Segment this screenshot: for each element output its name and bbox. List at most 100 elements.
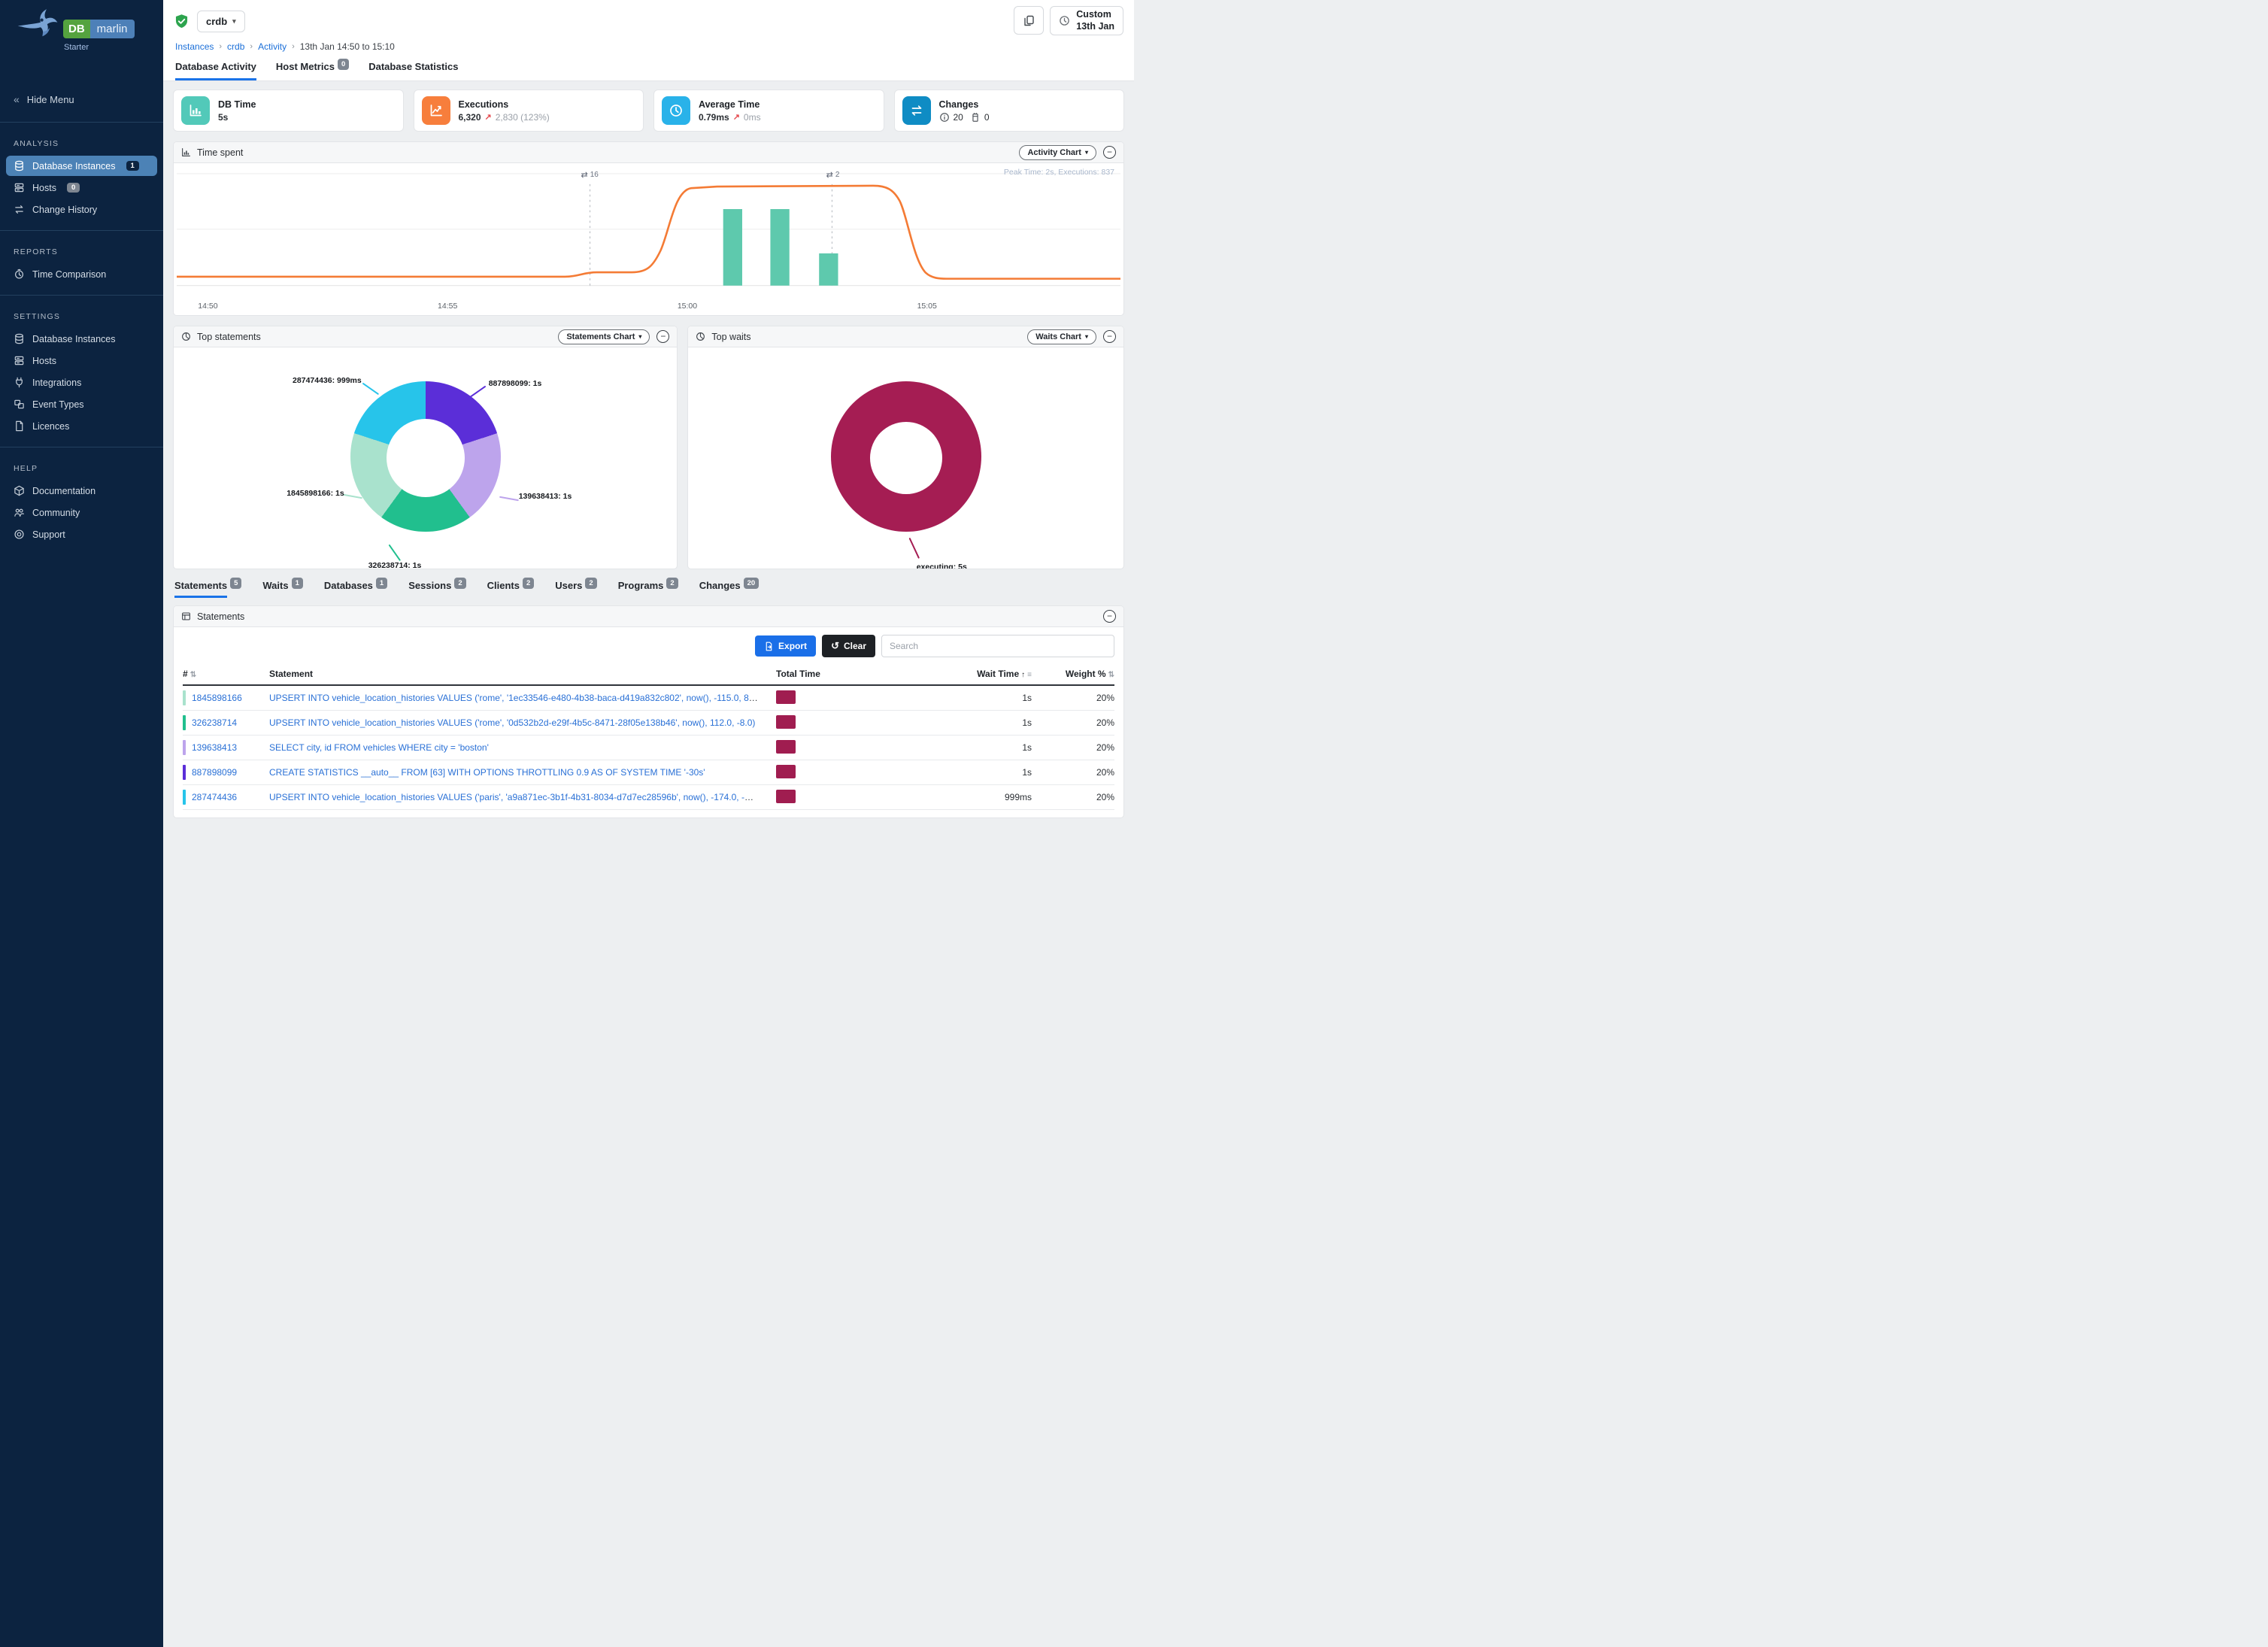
table-row[interactable]: 887898099 CREATE STATISTICS __auto__ FRO… xyxy=(183,760,1114,785)
copy-button[interactable] xyxy=(1014,6,1044,35)
collapse-panel-button[interactable]: − xyxy=(1103,610,1116,623)
statement-link[interactable]: UPSERT INTO vehicle_location_histories V… xyxy=(269,717,755,728)
sidebar: DB marlin Starter « Hide Menu ANALYSIS D… xyxy=(0,0,163,1647)
table-row[interactable]: 1845898166 UPSERT INTO vehicle_location_… xyxy=(183,686,1114,711)
table-row[interactable]: 326238714 UPSERT INTO vehicle_location_h… xyxy=(183,711,1114,736)
section-title-settings: SETTINGS xyxy=(0,296,163,327)
x-axis: 14:50 14:55 15:00 15:05 xyxy=(177,300,1120,315)
change-arrows-icon xyxy=(902,96,931,125)
statement-id-link[interactable]: 1845898166 xyxy=(192,693,242,703)
statement-link[interactable]: CREATE STATISTICS __auto__ FROM [63] WIT… xyxy=(269,767,705,778)
activity-chart[interactable]: Peak Time: 2s, Executions: 837 ⇄16 ⇄2 xyxy=(174,163,1123,300)
wait-time-value: 1s xyxy=(896,693,1032,703)
count-badge: 5 xyxy=(230,578,241,589)
sidebar-item-change-history[interactable]: Change History xyxy=(6,199,157,220)
search-input[interactable] xyxy=(881,635,1114,657)
server-icon xyxy=(14,182,25,193)
sidebar-item-community[interactable]: Community xyxy=(6,502,157,523)
collapse-panel-button[interactable]: − xyxy=(1103,146,1116,159)
breadcrumb-separator: › xyxy=(219,42,222,51)
breadcrumb-crdb[interactable]: crdb xyxy=(227,41,244,52)
waits-chart-select[interactable]: Waits Chart▾ xyxy=(1027,329,1096,344)
executions-bar xyxy=(819,253,838,286)
tab-sessions[interactable]: Sessions2 xyxy=(408,580,465,598)
statements-donut-chart[interactable]: 287474436: 999ms 887898099: 1s 184589816… xyxy=(174,347,677,569)
sidebar-item-hosts-settings[interactable]: Hosts xyxy=(6,350,157,371)
tab-statements[interactable]: Statements5 xyxy=(174,580,241,598)
tab-databases[interactable]: Databases1 xyxy=(324,580,387,598)
table-row[interactable]: 287474436 UPSERT INTO vehicle_location_h… xyxy=(183,785,1114,810)
instance-selector-button[interactable]: crdb ▾ xyxy=(197,11,245,32)
export-button[interactable]: Export xyxy=(755,635,816,657)
hide-menu-button[interactable]: « Hide Menu xyxy=(0,89,163,110)
tab-users[interactable]: Users2 xyxy=(555,580,596,598)
statement-link[interactable]: UPSERT INTO vehicle_location_histories V… xyxy=(269,693,764,703)
logo-marlin-box: marlin xyxy=(90,20,135,38)
x-tick: 14:55 xyxy=(438,302,457,311)
column-total-time[interactable]: Total Time xyxy=(776,669,896,679)
tab-database-activity[interactable]: Database Activity xyxy=(175,59,256,80)
statement-id-link[interactable]: 139638413 xyxy=(192,742,237,753)
line-chart-icon xyxy=(422,96,450,125)
list-icon xyxy=(181,611,191,621)
top-header: crdb ▾ Custom 13th Jan Instances › crdb xyxy=(163,0,1134,81)
tab-changes[interactable]: Changes20 xyxy=(699,580,759,598)
chevron-down-icon: ▾ xyxy=(638,333,641,340)
statement-color-bar xyxy=(183,790,186,805)
waits-donut-chart[interactable]: executing: 5s xyxy=(688,347,1123,569)
wait-time-value: 1s xyxy=(896,742,1032,753)
double-chevron-left-icon: « xyxy=(14,93,20,105)
tab-waits[interactable]: Waits1 xyxy=(262,580,303,598)
statement-id-link[interactable]: 287474436 xyxy=(192,792,237,802)
sidebar-item-documentation[interactable]: Documentation xyxy=(6,481,157,501)
collapse-panel-button[interactable]: − xyxy=(656,330,669,343)
sort-asc-icon: ↑ xyxy=(1021,671,1025,679)
brand-logo: DB marlin Starter xyxy=(0,0,163,53)
donut-hole xyxy=(870,422,942,494)
statement-link[interactable]: UPSERT INTO vehicle_location_histories V… xyxy=(269,792,765,802)
sidebar-item-event-types[interactable]: Event Types xyxy=(6,394,157,414)
count-badge: 0 xyxy=(338,59,349,70)
breadcrumb-instances[interactable]: Instances xyxy=(175,41,214,52)
table-row[interactable]: 139638413 SELECT city, id FROM vehicles … xyxy=(183,736,1114,760)
breadcrumb-activity[interactable]: Activity xyxy=(258,41,287,52)
collapse-panel-button[interactable]: − xyxy=(1103,330,1116,343)
sidebar-item-licences[interactable]: Licences xyxy=(6,416,157,436)
health-shield-icon xyxy=(174,14,190,29)
sidebar-item-database-instances[interactable]: Database Instances 1 xyxy=(6,156,157,176)
table-header-row: #⇅ Statement Total Time Wait Time↑≡ Weig… xyxy=(183,663,1114,686)
slice-label: executing: 5s xyxy=(917,563,967,569)
lifebuoy-icon xyxy=(14,529,25,540)
clock-icon xyxy=(662,96,690,125)
marlin-fish-icon xyxy=(17,8,59,44)
count-badge: 1 xyxy=(126,161,139,171)
sidebar-item-support[interactable]: Support xyxy=(6,524,157,544)
sidebar-item-hosts[interactable]: Hosts 0 xyxy=(6,177,157,198)
activity-chart-select[interactable]: Activity Chart▾ xyxy=(1019,145,1096,160)
tab-programs[interactable]: Programs2 xyxy=(618,580,678,598)
breadcrumb: Instances › crdb › Activity › 13th Jan 1… xyxy=(174,36,1123,59)
sort-icon[interactable]: ⇅ xyxy=(190,671,196,679)
tab-clients[interactable]: Clients2 xyxy=(487,580,535,598)
slice-label: 287474436: 999ms xyxy=(293,376,362,385)
time-range-button[interactable]: Custom 13th Jan xyxy=(1050,6,1123,35)
clear-button[interactable]: ↺ Clear xyxy=(822,635,875,657)
change-arrows-icon xyxy=(14,204,25,215)
column-wait-time[interactable]: Wait Time↑≡ xyxy=(896,669,1032,679)
column-statement[interactable]: Statement xyxy=(269,669,776,679)
tab-host-metrics[interactable]: Host Metrics0 xyxy=(276,59,349,80)
sidebar-item-time-comparison[interactable]: Time Comparison xyxy=(6,264,157,284)
slice-label: 887898099: 1s xyxy=(489,379,542,388)
tab-database-statistics[interactable]: Database Statistics xyxy=(368,59,458,80)
column-weight[interactable]: Weight %⇅ xyxy=(1032,669,1114,679)
statement-id-link[interactable]: 887898099 xyxy=(192,767,237,778)
weight-value: 20% xyxy=(1032,792,1114,802)
sidebar-item-integrations[interactable]: Integrations xyxy=(6,372,157,393)
event-types-icon xyxy=(14,399,25,410)
statements-chart-select[interactable]: Statements Chart▾ xyxy=(558,329,650,344)
statement-link[interactable]: SELECT city, id FROM vehicles WHERE city… xyxy=(269,742,489,753)
sort-icon: ⇅ xyxy=(1108,671,1114,679)
sidebar-item-database-instances-settings[interactable]: Database Instances xyxy=(6,329,157,349)
statement-id-link[interactable]: 326238714 xyxy=(192,717,237,728)
slice-label: 1845898166: 1s xyxy=(287,489,344,498)
